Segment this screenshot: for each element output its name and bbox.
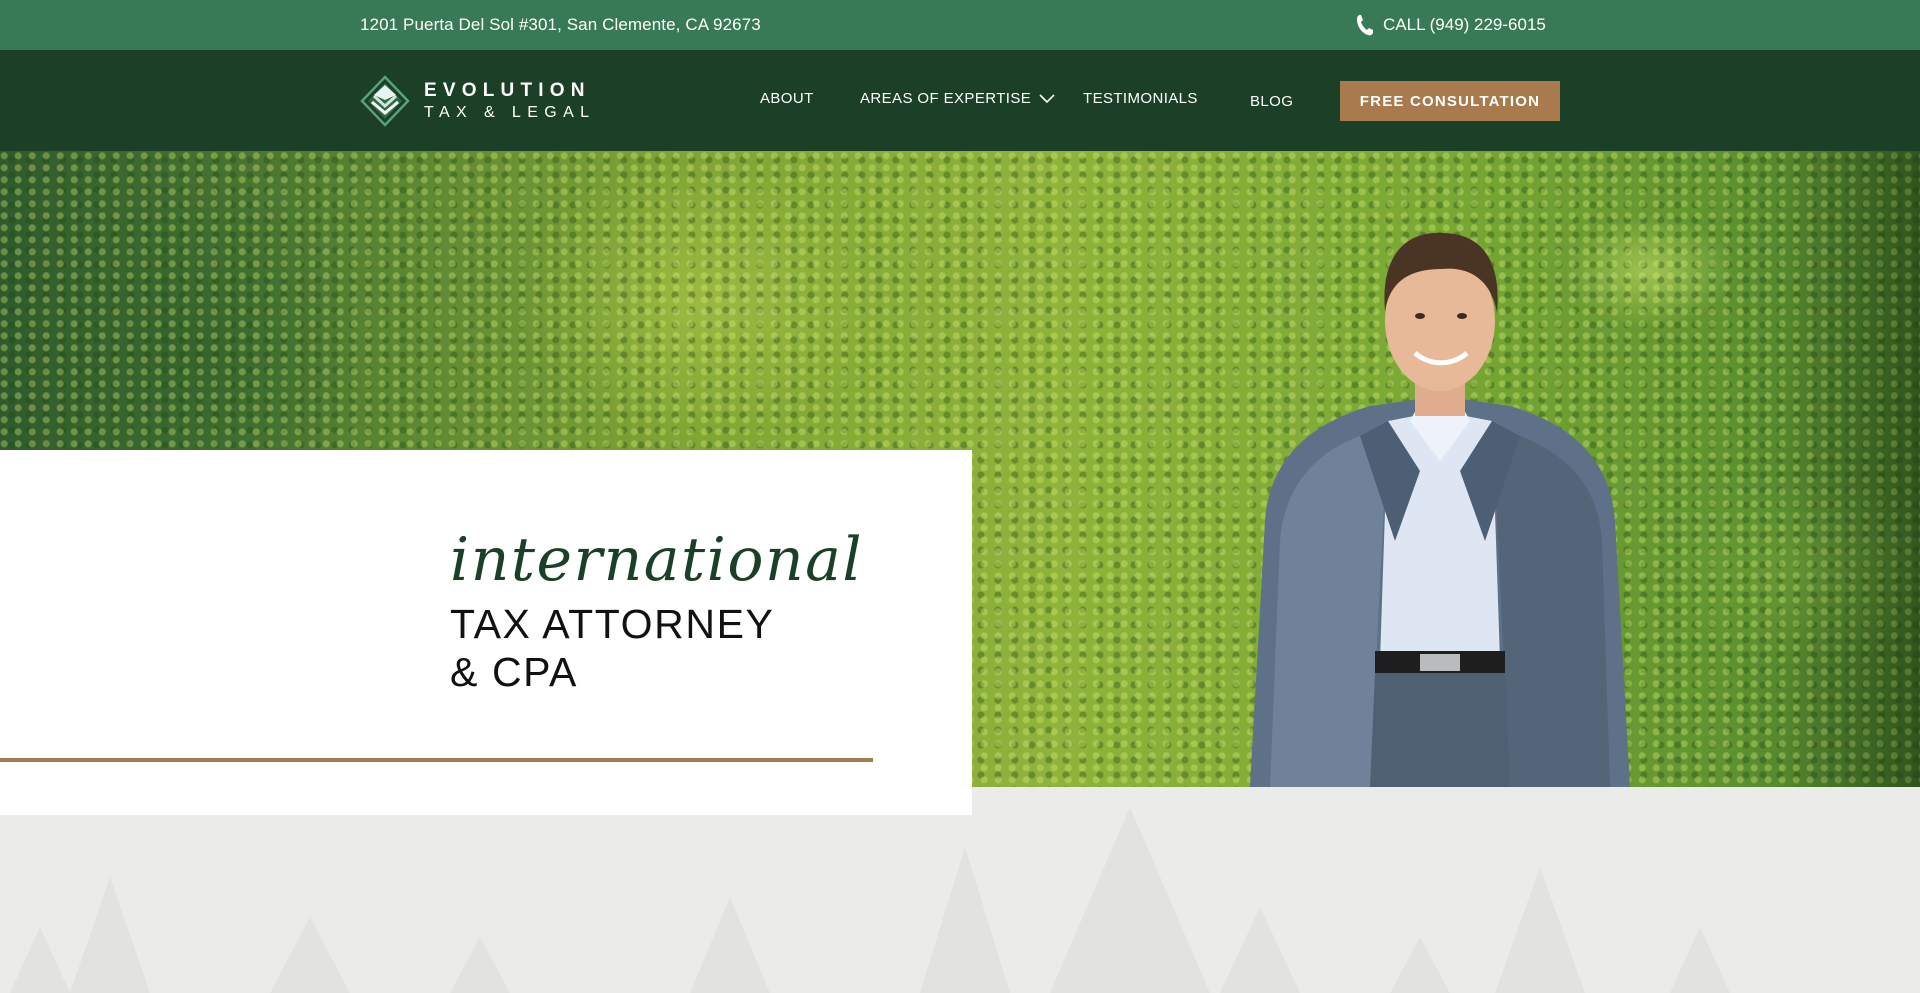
logo-line-tax-legal: TAX & LEGAL xyxy=(424,104,596,121)
diamond-logo-icon xyxy=(360,75,410,127)
tree-silhouettes xyxy=(10,807,1730,993)
hero-title-card: international TAX ATTORNEY & CPA xyxy=(0,450,972,815)
office-address: 1201 Puerta Del Sol #301, San Clemente, … xyxy=(360,15,761,34)
phone-label: CALL (949) 229-6015 xyxy=(1383,15,1546,34)
free-consultation-button[interactable]: FREE CONSULTATION xyxy=(1340,81,1560,121)
tree-silhouette-band xyxy=(0,787,1920,993)
hedge-shadow xyxy=(1780,151,1920,787)
nav-about[interactable]: ABOUT xyxy=(760,90,814,107)
main-header: EVOLUTION TAX & LEGAL ABOUT AREAS OF EXP… xyxy=(0,50,1920,151)
top-info-bar: 1201 Puerta Del Sol #301, San Clemente, … xyxy=(0,0,1920,50)
call-phone-link[interactable]: CALL (949) 229-6015 xyxy=(1355,12,1546,38)
nav-areas-label: AREAS OF EXPERTISE xyxy=(860,90,1032,107)
hero-title-tax-attorney: TAX ATTORNEY xyxy=(450,601,775,647)
hero-title-international: international xyxy=(450,525,864,595)
logo-line-evolution: EVOLUTION xyxy=(424,80,591,101)
hero-title-cpa: & CPA xyxy=(450,649,578,695)
attorney-portrait-image xyxy=(1250,232,1630,787)
nav-blog[interactable]: BLOG xyxy=(1250,93,1293,110)
nav-areas-of-expertise[interactable]: AREAS OF EXPERTISE xyxy=(860,90,1055,107)
nav-testimonials[interactable]: TESTIMONIALS xyxy=(1083,90,1198,107)
site-logo[interactable]: EVOLUTION TAX & LEGAL xyxy=(360,75,595,127)
chevron-down-icon xyxy=(1039,93,1055,103)
phone-icon xyxy=(1357,15,1373,36)
accent-divider xyxy=(0,758,873,762)
